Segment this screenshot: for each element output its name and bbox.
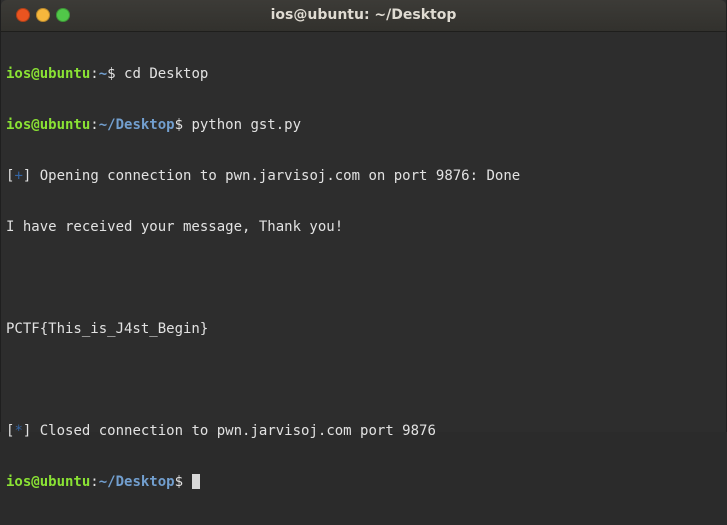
terminal-line: I have received your message, Thank you!	[6, 219, 726, 236]
terminal-line: [+] Opening connection to pwn.jarvisoj.c…	[6, 168, 726, 185]
terminal-output[interactable]: ios@ubuntu:~$ cd Desktop ios@ubuntu:~/De…	[1, 32, 726, 490]
terminal-line: ios@ubuntu:~$ cd Desktop	[6, 66, 726, 83]
prompt-user: ios@ubuntu	[6, 117, 91, 133]
prompt-user: ios@ubuntu	[6, 66, 91, 82]
text-cursor	[192, 474, 201, 489]
command-text: cd Desktop	[124, 66, 209, 82]
prompt-separator: :	[90, 66, 99, 82]
prompt-symbol: $	[174, 117, 192, 133]
output-text: Opening connection to pwn.jarvisoj.com o…	[31, 168, 521, 184]
terminal-line: ios@ubuntu:~/Desktop$ python gst.py	[6, 117, 726, 134]
window-title: ios@ubuntu: ~/Desktop	[270, 7, 457, 23]
prompt-symbol: $	[174, 474, 192, 490]
prompt-separator: :	[90, 474, 99, 490]
prompt-path: ~/Desktop	[98, 117, 175, 133]
prompt-separator: :	[90, 117, 99, 133]
status-symbol: *	[14, 423, 23, 439]
terminal-line: ios@ubuntu:~/Desktop$	[6, 474, 726, 491]
terminal-line: PCTF{This_is_J4st_Begin}	[6, 321, 726, 338]
prompt-path: ~/Desktop	[98, 474, 175, 490]
flag-text: PCTF{This_is_J4st_Begin}	[6, 321, 209, 337]
command-text: python gst.py	[191, 117, 302, 133]
prompt-user: ios@ubuntu	[6, 474, 91, 490]
terminal-window: ios@ubuntu: ~/Desktop ios@ubuntu:~$ cd D…	[0, 0, 727, 490]
prompt-symbol: $	[107, 66, 125, 82]
status-symbol: +	[14, 168, 23, 184]
prompt-path: ~	[98, 66, 108, 82]
title-bar[interactable]: ios@ubuntu: ~/Desktop	[1, 0, 726, 32]
output-text: Closed connection to pwn.jarvisoj.com po…	[31, 423, 436, 439]
output-text: I have received your message, Thank you!	[6, 219, 344, 235]
